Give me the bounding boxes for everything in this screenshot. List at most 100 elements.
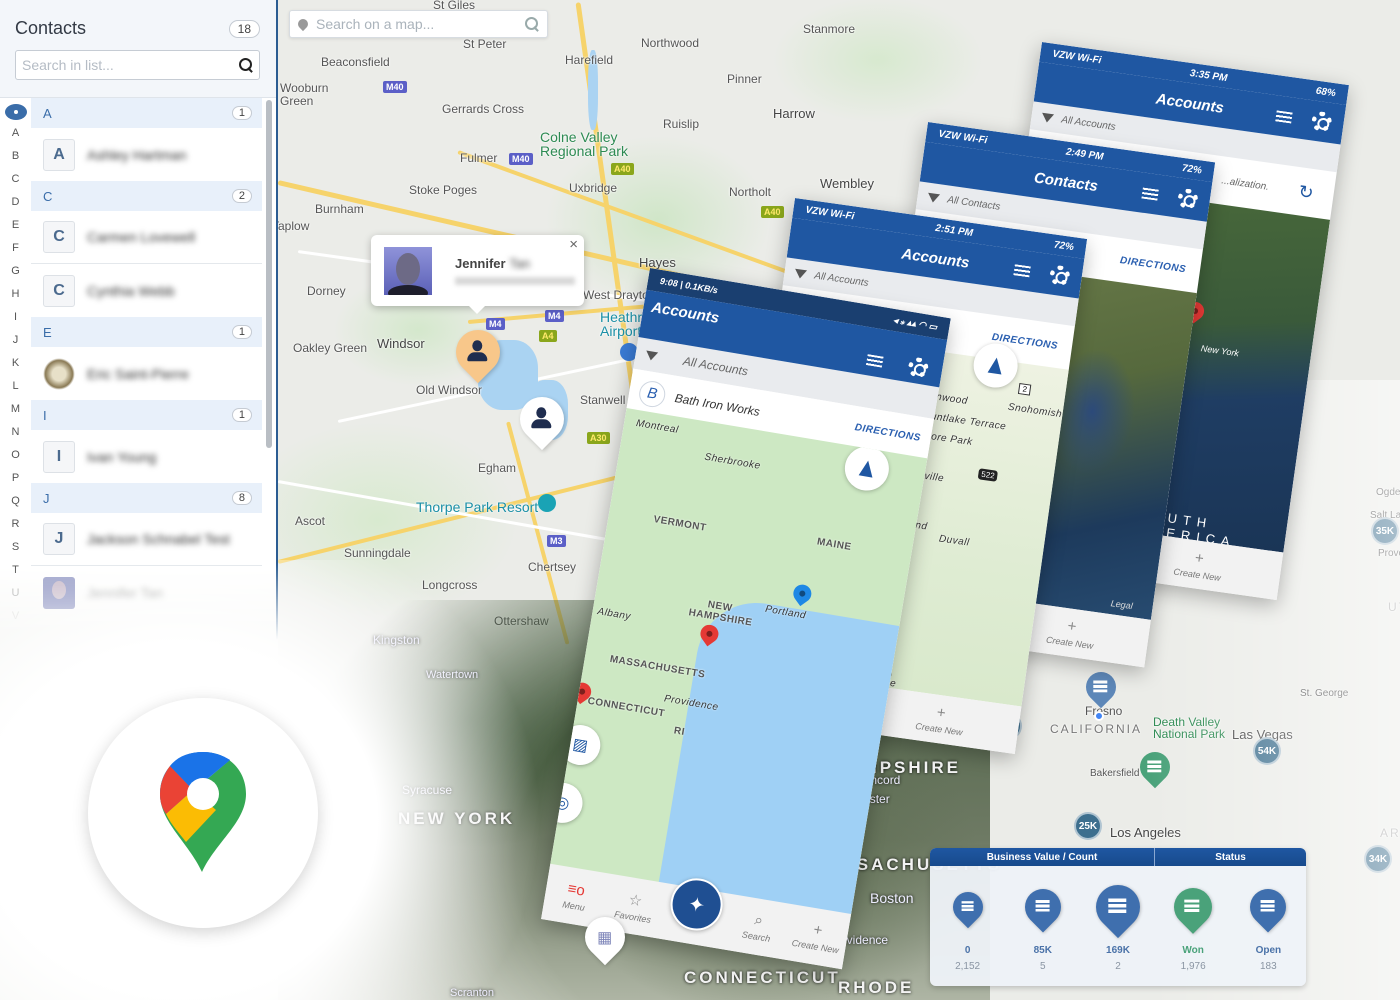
list-view-icon[interactable] (866, 353, 884, 368)
legend-item[interactable]: Open 183 (1238, 874, 1298, 984)
tab-create-new[interactable]: + Create New (785, 917, 849, 956)
list-item[interactable]: I Ivan Young (31, 430, 262, 483)
navigate-button[interactable] (841, 443, 893, 494)
alphabet-letter-t[interactable]: T (0, 559, 31, 582)
list-search-input[interactable] (22, 57, 239, 73)
legend-item[interactable]: Won 1,976 (1163, 874, 1223, 984)
contact-name-blurred: Carmen Lovewell (87, 229, 196, 245)
plus-icon: + (1193, 549, 1205, 568)
filter-icon (644, 350, 659, 361)
list-item[interactable]: C Cynthia Webb (31, 264, 262, 317)
directions-link[interactable]: DIRECTIONS (854, 422, 922, 444)
screen-title: Accounts (650, 298, 721, 327)
group-header-j: J8 (31, 483, 262, 513)
tab-create-new[interactable]: + Create New (915, 701, 966, 738)
google-maps-logo-icon (160, 752, 246, 872)
alphabet-letter-a[interactable]: A (0, 122, 31, 145)
map-pin-blue[interactable] (789, 581, 815, 607)
alphabet-letter-c[interactable]: C (0, 168, 31, 191)
group-letter: C (43, 188, 53, 204)
list-view-icon[interactable] (1141, 187, 1159, 201)
cluster-bubble[interactable]: 25K (1074, 812, 1102, 840)
alphabet-letter-v[interactable]: V (0, 605, 31, 628)
alphabet-letter-s[interactable]: S (0, 536, 31, 559)
battery-text: 72% (1181, 162, 1203, 177)
alphabet-letter-d[interactable]: D (0, 191, 31, 214)
legend-header-business-value: Business Value / Count (930, 848, 1155, 866)
alphabet-letter-f[interactable]: F (0, 237, 31, 260)
alphabet-letter-h[interactable]: H (0, 283, 31, 306)
alphabet-letter-k[interactable]: K (0, 352, 31, 375)
alphabet-letter-b[interactable]: B (0, 145, 31, 168)
map-label: RI (673, 725, 686, 739)
legend-pin-icon (946, 885, 989, 928)
map-label: Duvall (938, 533, 971, 549)
group-count-badge: 1 (231, 408, 252, 422)
tab-menu[interactable]: ≡o Menu (543, 877, 607, 916)
list-view-icon[interactable] (1013, 263, 1031, 277)
legend-item[interactable]: 85K 5 (1013, 874, 1073, 984)
road-shield: A40 (611, 163, 634, 175)
alphabet-letter-m[interactable]: M (0, 398, 31, 421)
tab-create-new[interactable]: + Create New (1045, 615, 1096, 651)
legal-link[interactable]: Legal (1110, 598, 1133, 611)
alphabet-letter-i[interactable]: I (0, 306, 31, 329)
filter-icon (926, 192, 941, 203)
satellite-label: Boston (870, 890, 914, 906)
map-label: CALIFORNIA (1050, 722, 1143, 736)
alphabet-letter-e[interactable]: E (0, 214, 31, 237)
camera-poi-icon[interactable] (538, 494, 556, 512)
alphabet-letter-u[interactable]: U (0, 582, 31, 605)
list-view-icon[interactable] (1275, 109, 1293, 123)
list-item[interactable]: A Ashley Hartman (31, 128, 262, 181)
settings-gear-icon[interactable] (1176, 187, 1200, 211)
contact-info-popup[interactable]: Jennifer Tan × (371, 235, 584, 314)
legend-item[interactable]: 169K 2 (1086, 874, 1150, 984)
route-shield: 522 (977, 468, 999, 482)
alphabet-letter-o[interactable]: O (0, 444, 31, 467)
contact-first-name: Jennifer (455, 256, 506, 271)
close-icon[interactable]: × (569, 236, 578, 253)
legend-item[interactable]: 0 2,152 (938, 874, 998, 984)
list-scrollbar[interactable] (266, 100, 272, 448)
state-label: CONNECTICUT (684, 968, 841, 987)
tab-search[interactable]: ⌕Search (726, 907, 790, 946)
list-item[interactable]: J Jackson Schnabel Test (31, 513, 262, 566)
contact-name-blurred: Jackson Schnabel Test (87, 531, 230, 547)
directions-link[interactable]: DIRECTIONS (1119, 255, 1187, 275)
contact-name[interactable]: Jennifer Tan (455, 256, 575, 271)
alphabet-letter-p[interactable]: P (0, 467, 31, 490)
list-item[interactable]: Jennifer Tan (31, 566, 262, 619)
alphabet-letter-j[interactable]: J (0, 329, 31, 352)
map-marker-pin[interactable] (1079, 665, 1123, 709)
person-icon (531, 407, 551, 429)
alphabet-all-dot[interactable] (4, 104, 27, 120)
list-item[interactable]: C Carmen Lovewell (31, 211, 262, 264)
settings-gear-icon[interactable] (1310, 110, 1333, 133)
tab-create-new[interactable]: + Create New (1173, 547, 1224, 583)
screen-title: Accounts (1154, 90, 1225, 117)
tab-label: Create New (791, 937, 840, 956)
refresh-icon[interactable]: ↻ (1297, 181, 1315, 204)
alphabet-letter-l[interactable]: L (0, 375, 31, 398)
avatar: C (43, 221, 75, 253)
map-search-input[interactable] (316, 16, 525, 32)
settings-gear-icon[interactable] (1048, 264, 1072, 287)
search-icon[interactable] (239, 58, 253, 72)
settings-gear-icon[interactable] (906, 356, 930, 380)
location-pin-icon (295, 16, 311, 32)
list-item[interactable]: Eric Saint-Pierre (31, 347, 262, 400)
map-search-box[interactable] (289, 10, 548, 38)
list-search-box[interactable] (15, 50, 260, 80)
alphabet-letter-q[interactable]: Q (0, 490, 31, 513)
search-icon[interactable] (525, 17, 539, 31)
alphabet-letter-n[interactable]: N (0, 421, 31, 444)
map-label: Old Windsor (416, 383, 483, 397)
tab-label: Create New (1045, 634, 1094, 652)
alphabet-letter-r[interactable]: R (0, 513, 31, 536)
alphabet-letter-g[interactable]: G (0, 260, 31, 283)
map-label: Sunningdale (344, 546, 411, 560)
road-shield: M40 (383, 81, 407, 93)
group-letter: E (43, 324, 52, 340)
legend-header-status: Status (1215, 851, 1246, 863)
